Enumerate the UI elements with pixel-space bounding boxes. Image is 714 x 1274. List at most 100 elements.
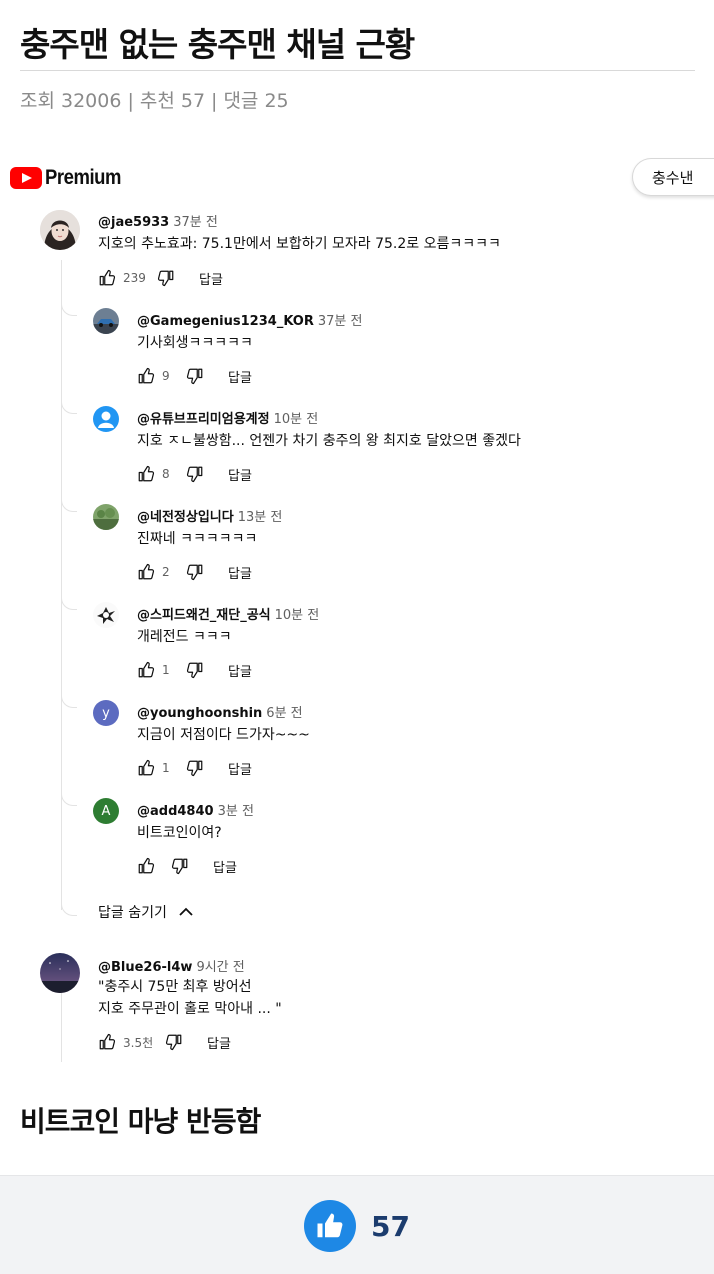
- reply-time[interactable]: 3분 전: [218, 804, 254, 819]
- reply-button[interactable]: 답글: [207, 1033, 231, 1052]
- avatar-sketch-icon: [93, 602, 119, 628]
- reply-actions: 1 답글: [137, 660, 252, 680]
- like-count: 2: [162, 565, 170, 579]
- reply-author[interactable]: @younghoonshin: [137, 706, 262, 721]
- dislike-icon[interactable]: [186, 661, 204, 679]
- reply-actions: 9 답글: [137, 366, 252, 386]
- like-icon[interactable]: [137, 367, 155, 385]
- dislike-icon[interactable]: [186, 759, 204, 777]
- reply-author[interactable]: @스피드왜건_재단_공식: [137, 608, 271, 623]
- meta-separator: |: [211, 90, 218, 112]
- comment-text-line1: "충주시 75만 최후 방어선: [98, 979, 252, 995]
- avatar[interactable]: y: [93, 700, 119, 726]
- like-count: 239: [123, 271, 146, 285]
- thumbs-up-icon: [317, 1213, 343, 1238]
- reply-header: @네전정상입니다 13분 전: [137, 506, 282, 525]
- comment-time[interactable]: 9시간 전: [196, 960, 244, 975]
- reply-actions: 1 답글: [137, 758, 252, 778]
- like-count: 1: [162, 761, 170, 775]
- recommend-button[interactable]: [304, 1200, 356, 1252]
- comment-text-line2: 지호 주무관이 홀로 막아내 ... ": [98, 1001, 282, 1017]
- comment-time[interactable]: 37분 전: [173, 215, 218, 230]
- vote-bar: 57: [0, 1175, 714, 1274]
- reply-time[interactable]: 37분 전: [318, 314, 363, 329]
- comment-author[interactable]: @Blue26-l4w: [98, 960, 192, 975]
- like-count: 9: [162, 369, 170, 383]
- reply-button[interactable]: 답글: [228, 563, 252, 582]
- thread-line: [61, 990, 62, 1062]
- thread-line: [61, 260, 62, 910]
- reply-author[interactable]: @네전정상입니다: [137, 510, 234, 525]
- avatar-landscape-icon: [93, 504, 119, 530]
- title-divider: [20, 70, 695, 71]
- dislike-icon[interactable]: [186, 367, 204, 385]
- youtube-play-icon: [10, 167, 42, 189]
- reply-author[interactable]: @add4840: [137, 804, 214, 819]
- reply-button[interactable]: 답글: [228, 661, 252, 680]
- reply-time[interactable]: 6분 전: [266, 706, 302, 721]
- post-title: 충주맨 없는 충주맨 채널 근황: [20, 25, 415, 64]
- avatar[interactable]: [93, 406, 119, 432]
- reply-time[interactable]: 10분 전: [275, 608, 320, 623]
- reply-header: @스피드왜건_재단_공식 10분 전: [137, 604, 319, 623]
- reply-actions: 답글: [137, 856, 237, 876]
- view-count: 조회 32006: [20, 90, 122, 112]
- avatar[interactable]: [40, 210, 80, 250]
- dislike-icon[interactable]: [171, 857, 189, 875]
- comment-header: @jae5933 37분 전: [98, 211, 218, 230]
- reply-text: 지호 ㅈㄴ불쌍함... 언젠가 차기 충주의 왕 최지호 달았으면 좋겠다: [137, 433, 521, 449]
- avatar[interactable]: [93, 504, 119, 530]
- thread-hook: [61, 904, 77, 916]
- reply-button[interactable]: 답글: [228, 367, 252, 386]
- dislike-icon[interactable]: [186, 465, 204, 483]
- avatar[interactable]: A: [93, 798, 119, 824]
- hide-replies-button[interactable]: 답글 숨기기: [98, 902, 194, 922]
- comment-actions: 239 답글: [98, 268, 223, 288]
- dislike-icon[interactable]: [186, 563, 204, 581]
- dislike-icon[interactable]: [165, 1033, 183, 1051]
- thread-hook: [61, 304, 77, 316]
- like-icon[interactable]: [137, 759, 155, 777]
- like-icon[interactable]: [137, 465, 155, 483]
- channel-chip: 충수낸: [632, 158, 714, 196]
- reply-author[interactable]: @유튜브프리미엄용계정: [137, 412, 270, 427]
- logo-text: Premium: [45, 166, 122, 189]
- thread-hook: [61, 598, 77, 610]
- default-user-icon: [98, 411, 114, 428]
- vote-count: 57: [371, 1210, 410, 1243]
- comment-header: @Blue26-l4w 9시간 전: [98, 956, 245, 975]
- like-icon[interactable]: [137, 661, 155, 679]
- dislike-icon[interactable]: [157, 269, 175, 287]
- thread-hook: [61, 402, 77, 414]
- avatar-night-sky-icon: [40, 953, 80, 993]
- reply-text: 지금이 저점이다 드가자~~~: [137, 727, 310, 743]
- chevron-up-icon: [179, 907, 193, 916]
- like-icon[interactable]: [98, 269, 116, 287]
- reply-actions: 2 답글: [137, 562, 252, 582]
- reply-button[interactable]: 답글: [199, 269, 223, 288]
- comment-actions: 3.5천 답글: [98, 1032, 231, 1052]
- recommend-count: 추천 57: [139, 90, 206, 112]
- avatar[interactable]: [93, 308, 119, 334]
- reply-author[interactable]: @Gamegenius1234_KOR: [137, 314, 314, 329]
- reply-button[interactable]: 답글: [213, 857, 237, 876]
- avatar[interactable]: [93, 602, 119, 628]
- reply-button[interactable]: 답글: [228, 465, 252, 484]
- like-icon[interactable]: [137, 563, 155, 581]
- youtube-premium-logo: Premium: [10, 166, 131, 190]
- comment-author[interactable]: @jae5933: [98, 215, 169, 230]
- reply-time[interactable]: 13분 전: [238, 510, 283, 525]
- reply-header: @add4840 3분 전: [137, 800, 254, 819]
- avatar[interactable]: [40, 953, 80, 993]
- post-body-text: 비트코인 마냥 반등함: [20, 1105, 261, 1138]
- avatar-car-icon: [93, 308, 119, 334]
- like-icon[interactable]: [137, 857, 155, 875]
- reply-header: @Gamegenius1234_KOR 37분 전: [137, 310, 362, 329]
- like-icon[interactable]: [98, 1033, 116, 1051]
- reply-actions: 8 답글: [137, 464, 252, 484]
- like-count: 1: [162, 663, 170, 677]
- reply-button[interactable]: 답글: [228, 759, 252, 778]
- reply-time[interactable]: 10분 전: [274, 412, 319, 427]
- thread-hook: [61, 696, 77, 708]
- thread-hook: [61, 794, 77, 806]
